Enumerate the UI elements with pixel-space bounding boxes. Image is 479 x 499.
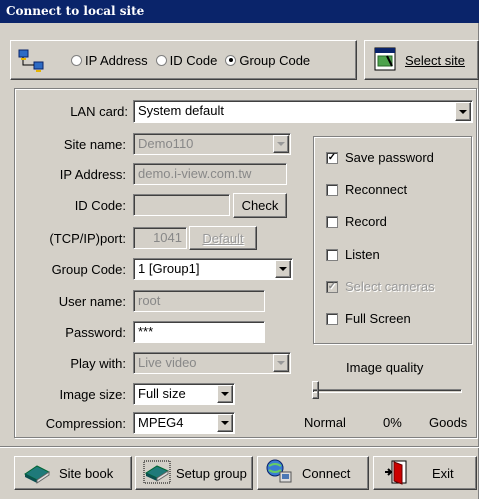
id-code-label: ID Code: [74, 198, 126, 213]
full-screen-checkbox[interactable]: Full Screen [326, 311, 411, 326]
chevron-down-icon[interactable] [275, 260, 291, 278]
site-book-button[interactable]: Site book [14, 456, 132, 490]
ip-address-field[interactable]: demo.i-view.com.tw [133, 163, 287, 185]
ip-address-label: IP Address: [59, 167, 126, 182]
radio-ip-address[interactable]: IP Address [71, 53, 148, 68]
chevron-down-icon[interactable] [273, 354, 289, 372]
chevron-down-icon[interactable] [273, 135, 289, 153]
lan-card-label: LAN card: [70, 104, 128, 119]
port-field[interactable]: 1041 [133, 227, 187, 249]
reconnect-checkbox[interactable]: Reconnect [326, 182, 407, 197]
select-site-label: Select site [405, 52, 465, 68]
chevron-down-icon[interactable] [217, 385, 233, 403]
default-label: Default [202, 230, 244, 246]
check-button[interactable]: Check [233, 193, 287, 218]
quality-value-label: 0% [383, 415, 402, 430]
user-name-label: User name: [58, 294, 126, 309]
play-with-label: Play with: [70, 356, 126, 371]
quality-min-label: Normal [304, 415, 346, 430]
id-code-field[interactable] [133, 194, 230, 216]
group-book-icon [142, 459, 172, 488]
save-password-checkbox[interactable]: ✓ Save password [326, 150, 434, 165]
compression-label: Compression: [45, 416, 126, 431]
connect-button[interactable]: Connect [257, 456, 369, 490]
radio-dot [71, 54, 82, 66]
window-title: Connect to local site [0, 0, 479, 23]
window-icon [373, 46, 397, 75]
setup-group-button[interactable]: Setup group [135, 456, 253, 490]
checkbox-box [326, 215, 338, 228]
record-checkbox[interactable]: Record [326, 214, 387, 229]
exit-label: Exit [432, 465, 454, 481]
checkmark-icon: ✓ [326, 280, 338, 293]
checkbox-box [326, 312, 338, 325]
checkbox-box [326, 248, 338, 261]
radio-dot-selected [225, 54, 237, 66]
network-icon [17, 47, 47, 73]
compression-select[interactable]: MPEG4 [133, 412, 235, 434]
slider-thumb[interactable] [312, 381, 319, 399]
site-book-label: Site book [59, 465, 114, 481]
group-code-label: Group Code: [51, 262, 126, 277]
slider-track [312, 389, 462, 393]
exit-door-icon [384, 459, 408, 488]
listen-checkbox[interactable]: Listen [326, 247, 380, 262]
image-quality-title: Image quality [346, 360, 424, 375]
mode-bar: IP Address ID Code Group Code [10, 40, 357, 80]
site-name-label: Site name: [63, 137, 126, 152]
port-label: (TCP/IP)port: [49, 231, 126, 246]
radio-group-code[interactable]: Group Code [225, 53, 310, 68]
book-icon [23, 460, 51, 487]
connect-icon [264, 458, 294, 489]
chevron-down-icon[interactable] [455, 102, 471, 121]
quality-slider[interactable] [312, 381, 464, 403]
play-with-combo[interactable]: Live video [133, 352, 291, 374]
password-field[interactable]: *** [133, 321, 265, 343]
checkmark-icon: ✓ [326, 151, 338, 164]
setup-group-label: Setup group [176, 465, 247, 481]
select-site-button[interactable]: Select site [364, 40, 479, 80]
connect-dialog: Connect to local site IP Address ID Code… [0, 0, 479, 499]
radio-dot [155, 54, 167, 66]
image-size-label: Image size: [59, 387, 126, 402]
exit-button[interactable]: Exit [373, 456, 477, 490]
connect-label: Connect [302, 465, 351, 481]
checkbox-box [326, 183, 338, 196]
password-label: Password: [65, 325, 126, 340]
user-name-field[interactable]: root [133, 290, 265, 312]
site-name-combo[interactable]: Demo110 [133, 133, 291, 155]
image-size-select[interactable]: Full size [133, 383, 235, 405]
select-cameras-checkbox[interactable]: ✓ Select cameras [326, 279, 435, 294]
radio-id-code[interactable]: ID Code [155, 53, 217, 68]
quality-max-label: Goods [429, 415, 468, 430]
chevron-down-icon[interactable] [217, 414, 233, 432]
group-code-select[interactable]: 1 [Group1] [133, 258, 293, 280]
default-button[interactable]: Default [189, 226, 257, 250]
lan-card-select[interactable]: System default [133, 100, 473, 123]
